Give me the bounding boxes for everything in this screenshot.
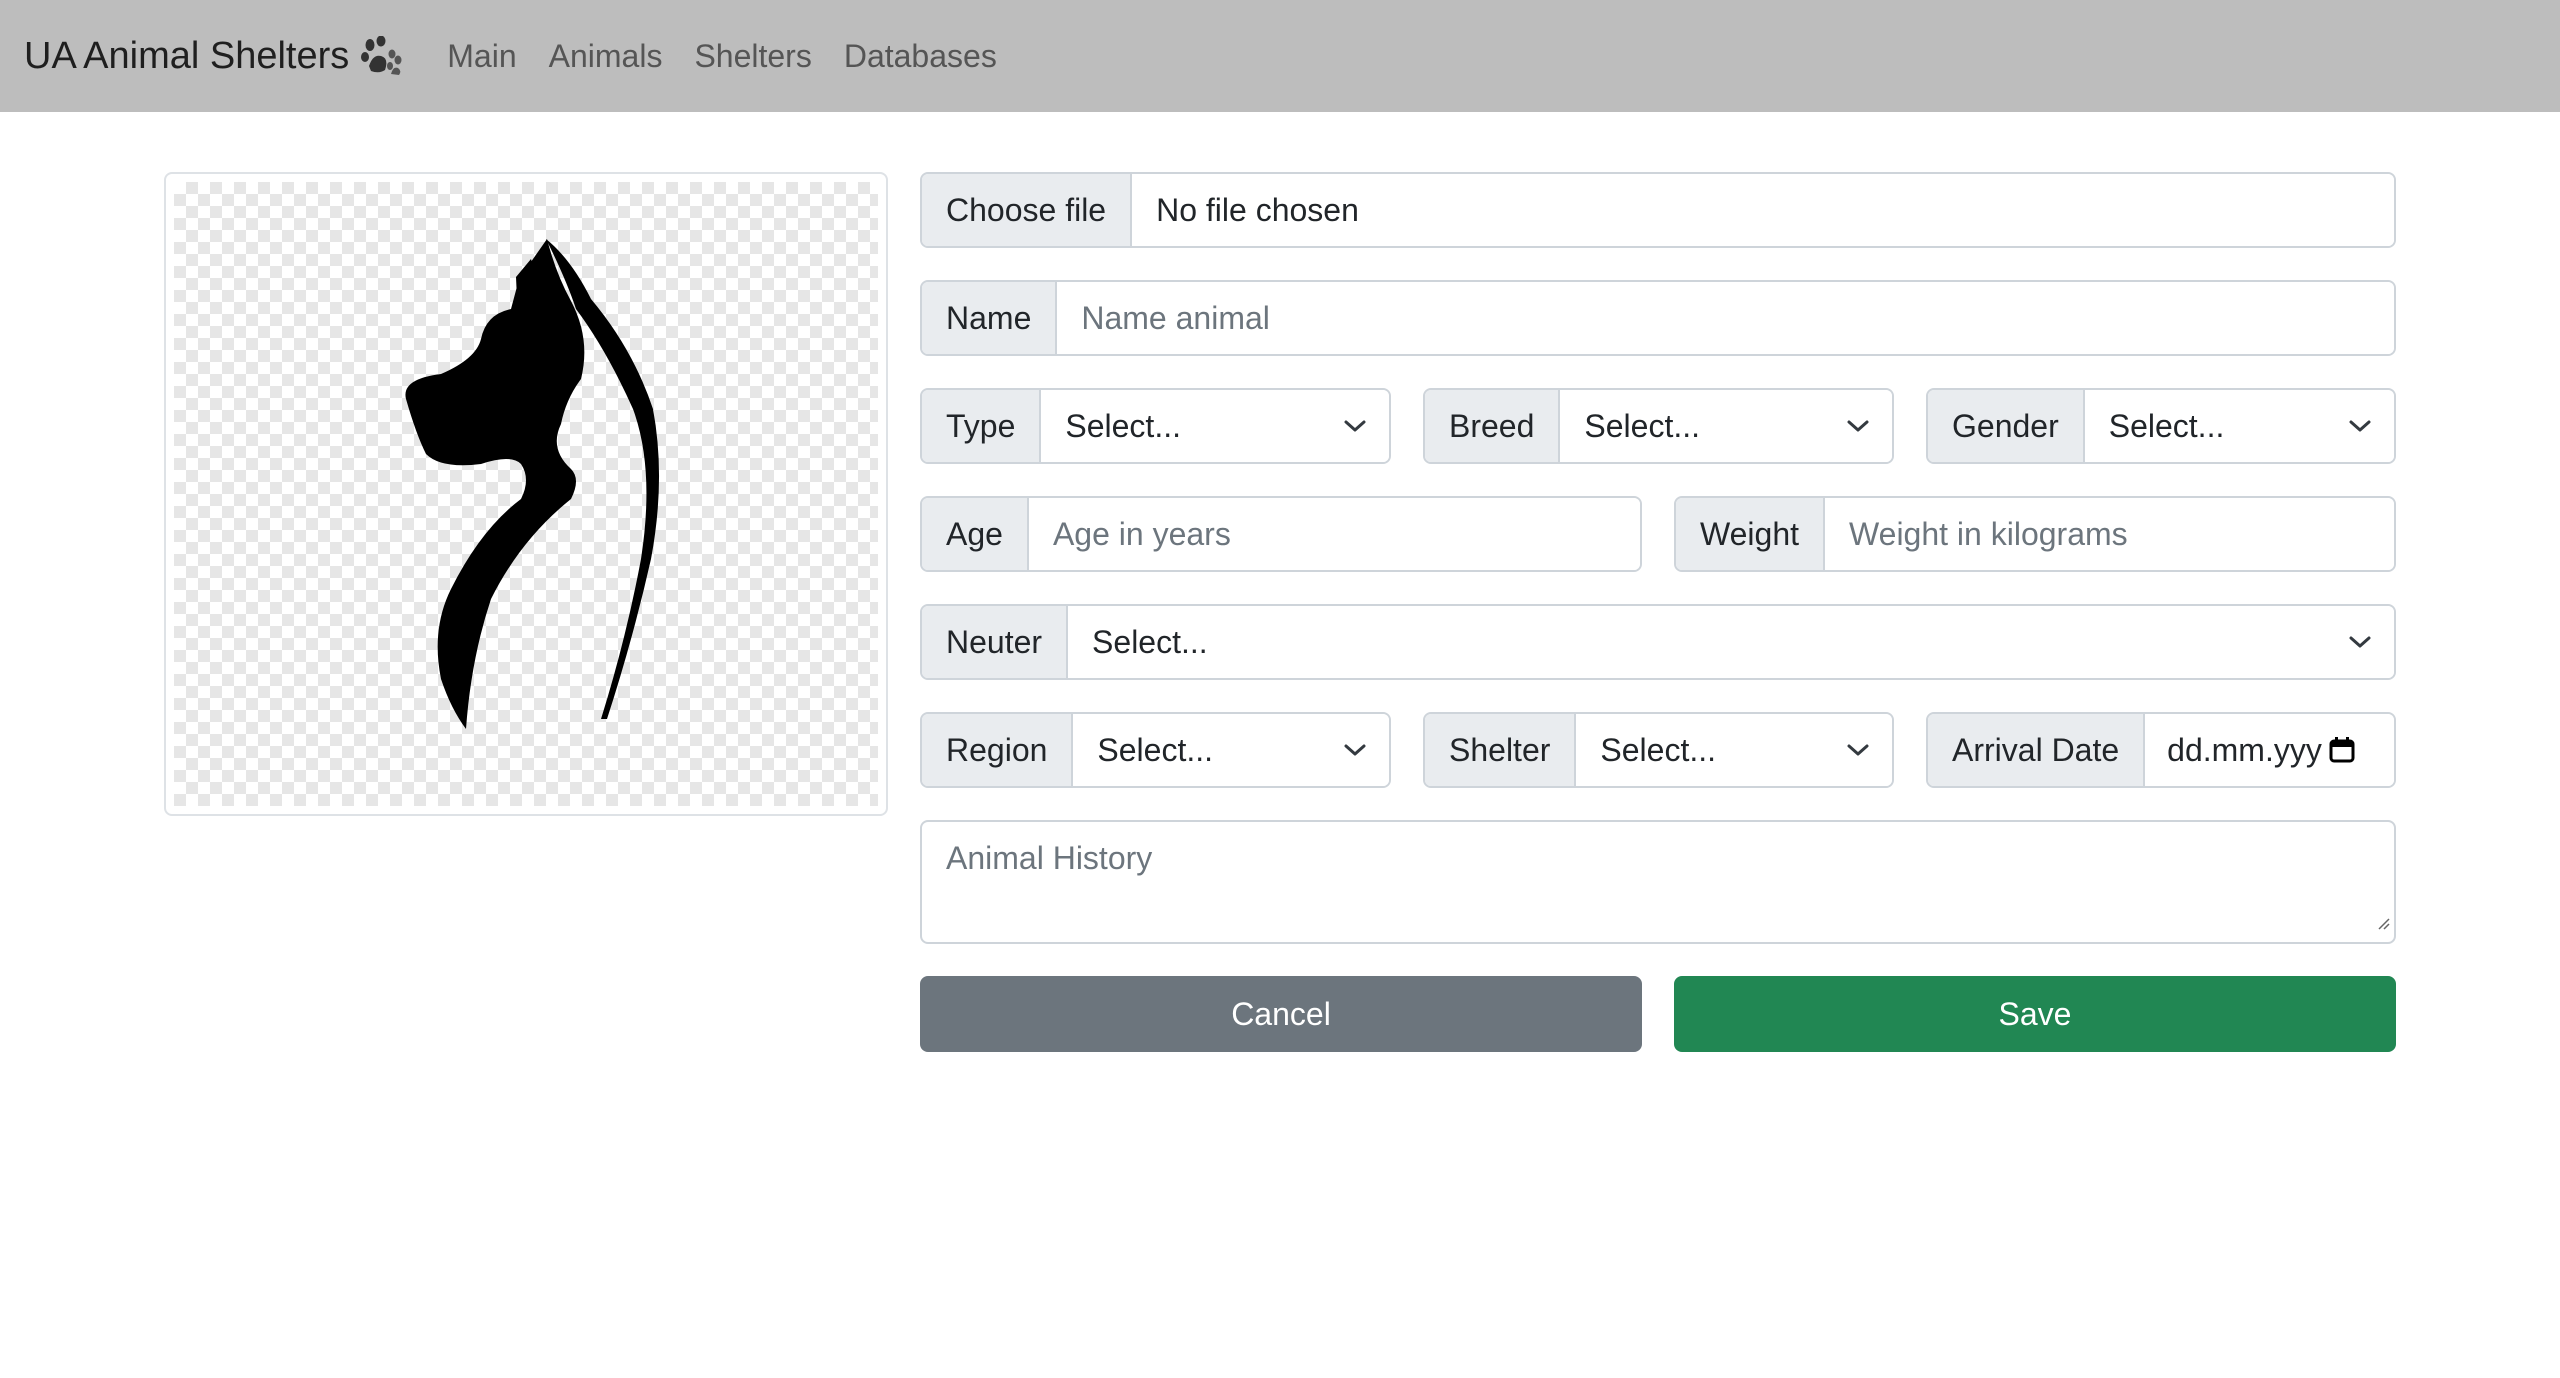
brand-title[interactable]: UA Animal Shelters xyxy=(24,35,349,78)
dog-cat-silhouette-icon xyxy=(405,239,660,729)
type-select[interactable]: Select... xyxy=(1041,390,1389,462)
breed-group: Breed Select... xyxy=(1423,388,1894,464)
age-label: Age xyxy=(922,498,1029,570)
region-select-value: Select... xyxy=(1097,731,1214,768)
chevron-down-icon xyxy=(1343,418,1367,434)
gender-group: Gender Select... xyxy=(1926,388,2396,464)
nav-link-animals[interactable]: Animals xyxy=(549,38,663,75)
arrival-date-value: dd.mm.yyy xyxy=(2167,731,2322,768)
file-status[interactable]: No file chosen xyxy=(1132,174,2394,246)
gender-label: Gender xyxy=(1928,390,2085,462)
image-preview-canvas xyxy=(174,182,878,806)
choose-file-button[interactable]: Choose file xyxy=(922,174,1133,246)
name-label: Name xyxy=(922,282,1058,354)
resize-handle-icon[interactable] xyxy=(2374,901,2390,938)
file-upload-group[interactable]: Choose file No file chosen xyxy=(920,172,2396,248)
navbar: UA Animal Shelters Main Animals Shelters… xyxy=(0,0,2560,112)
shelter-select-value: Select... xyxy=(1600,731,1716,768)
neuter-group: Neuter Select... xyxy=(920,604,2396,680)
region-select[interactable]: Select... xyxy=(1073,714,1389,786)
arrival-date-input[interactable]: dd.mm.yyy xyxy=(2145,714,2394,786)
nav-link-shelters[interactable]: Shelters xyxy=(694,38,811,75)
region-label: Region xyxy=(922,714,1074,786)
gender-select-value: Select... xyxy=(2108,407,2225,444)
chevron-down-icon xyxy=(2348,634,2372,650)
breed-select-value: Select... xyxy=(1584,407,1700,444)
weight-input[interactable]: Weight in kilograms xyxy=(1825,498,2394,570)
name-input[interactable]: Name animal xyxy=(1057,282,2394,354)
neuter-label: Neuter xyxy=(922,606,1069,678)
gender-select[interactable]: Select... xyxy=(2084,390,2394,462)
neuter-select[interactable]: Select... xyxy=(1068,606,2394,678)
shelter-select[interactable]: Select... xyxy=(1576,714,1892,786)
shelter-label: Shelter xyxy=(1425,714,1577,786)
animal-history-textarea[interactable]: Animal History xyxy=(920,820,2396,944)
region-group: Region Select... xyxy=(920,712,1391,788)
nav-link-main[interactable]: Main xyxy=(447,38,516,75)
age-input[interactable]: Age in years xyxy=(1028,498,1640,570)
save-button[interactable]: Save xyxy=(1674,976,2396,1052)
type-select-value: Select... xyxy=(1065,407,1181,444)
animal-form: Choose file No file chosen Name Name ani… xyxy=(920,172,2396,1052)
weight-group: Weight Weight in kilograms xyxy=(1674,496,2396,572)
paw-icon xyxy=(361,36,403,76)
type-group: Type Select... xyxy=(920,388,1391,464)
arrival-date-group: Arrival Date dd.mm.yyy xyxy=(1926,712,2396,788)
shelter-group: Shelter Select... xyxy=(1423,712,1894,788)
cancel-button[interactable]: Cancel xyxy=(920,976,1642,1052)
chevron-down-icon xyxy=(1343,742,1367,758)
animal-history-placeholder: Animal History xyxy=(946,840,1153,876)
chevron-down-icon xyxy=(1846,418,1870,434)
brand[interactable]: UA Animal Shelters xyxy=(24,35,403,78)
breed-select[interactable]: Select... xyxy=(1560,390,1892,462)
nav-link-databases[interactable]: Databases xyxy=(844,38,997,75)
chevron-down-icon xyxy=(1846,742,1870,758)
weight-label: Weight xyxy=(1676,498,1826,570)
age-group: Age Age in years xyxy=(920,496,1642,572)
name-group: Name Name animal xyxy=(920,280,2396,356)
calendar-icon[interactable] xyxy=(2328,736,2356,764)
arrival-date-label: Arrival Date xyxy=(1928,714,2146,786)
neuter-select-value: Select... xyxy=(1092,623,1208,660)
chevron-down-icon xyxy=(2348,418,2372,434)
breed-label: Breed xyxy=(1425,390,1561,462)
image-preview xyxy=(164,172,888,816)
type-label: Type xyxy=(922,390,1042,462)
